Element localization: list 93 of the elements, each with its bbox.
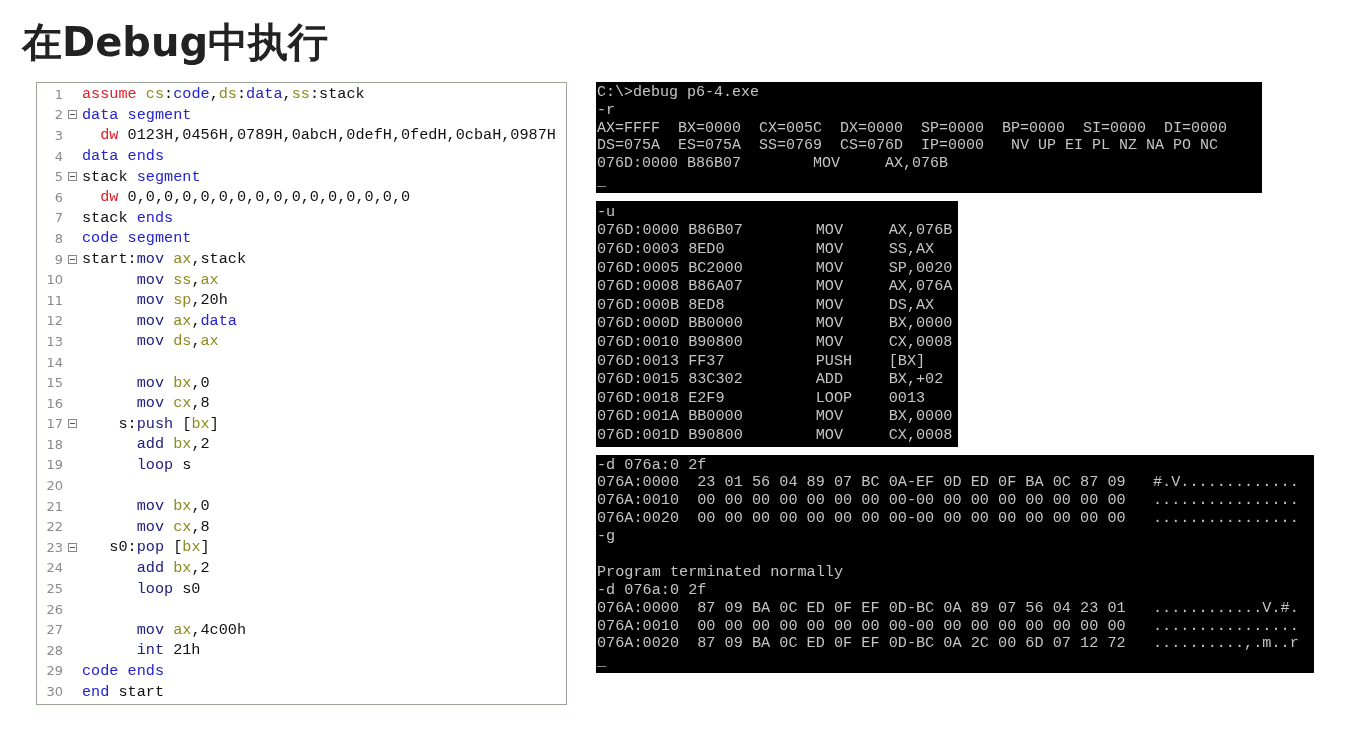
line-number: 24 bbox=[45, 560, 63, 576]
code-line: data ends bbox=[82, 147, 165, 166]
console-line: -d 076a:0 2f bbox=[597, 580, 707, 599]
code-line: mov cx,8 bbox=[135, 394, 210, 413]
code-line: code segment bbox=[82, 229, 192, 248]
code-line: s0:pop [bx] bbox=[108, 538, 210, 557]
code-line: loop s0 bbox=[135, 579, 201, 598]
code-line: add bx,2 bbox=[135, 558, 210, 577]
console-line: 076A:0000 87 09 BA 0C ED 0F EF 0D-BC 0A 89 07 56 04 23 01 ............V.#. bbox=[597, 598, 1299, 617]
code-line: s:push [bx] bbox=[117, 414, 219, 433]
line-number: 15 bbox=[45, 375, 63, 391]
line-number: 27 bbox=[45, 622, 63, 638]
console-line: DS=075A ES=075A SS=0769 CS=076D IP=0000 NV UP EI PL NZ NA PO NC bbox=[597, 137, 1219, 155]
line-number: 12 bbox=[45, 313, 63, 329]
code-line: loop s bbox=[135, 456, 192, 474]
console-line: 076D:0000 B86B07 MOV AX,076B bbox=[597, 155, 949, 173]
console-line: 076D:001A BB0000 MOV BX,0000 bbox=[597, 407, 953, 426]
console-line: 076D:0008 B86A07 MOV AX,076A bbox=[597, 277, 953, 296]
code-line: mov cx,8 bbox=[135, 517, 210, 536]
code-line: data segment bbox=[82, 105, 192, 124]
console-line: _ bbox=[597, 173, 606, 190]
console-line: 076D:0005 BC2000 MOV SP,0020 bbox=[597, 258, 953, 277]
console-line: -u bbox=[597, 202, 616, 221]
code-line: mov bx,0 bbox=[135, 497, 210, 516]
console-line: 076A:0010 00 00 00 00 00 00 00 00-00 00 00 00 00 00 00 00 ................ bbox=[597, 616, 1299, 635]
collapse-icon[interactable] bbox=[68, 542, 77, 552]
console-line: 076D:0013 FF37 PUSH [BX] bbox=[597, 351, 926, 370]
line-number: 22 bbox=[45, 519, 63, 535]
code-line: mov ax,4c00h bbox=[135, 620, 247, 639]
line-number: 20 bbox=[45, 478, 63, 494]
collapse-icon[interactable] bbox=[68, 419, 77, 429]
line-number: 13 bbox=[45, 333, 63, 349]
line-number: 18 bbox=[45, 436, 63, 452]
line-number: 4 bbox=[53, 148, 63, 164]
code-line: dw 0123H,0456H,0789H,0abcH,0defH,0fedH,0cbaH,0987H bbox=[99, 126, 556, 145]
collapse-icon[interactable] bbox=[68, 110, 77, 120]
code-line: dw 0,0,0,0,0,0,0,0,0,0,0,0,0,0,0,0 bbox=[99, 188, 411, 207]
line-number: 14 bbox=[45, 354, 63, 370]
code-line: assume cs:code,ds:data,ss:stack bbox=[82, 85, 365, 104]
line-number: 16 bbox=[45, 395, 63, 411]
line-number: 5 bbox=[53, 169, 63, 185]
line-number: 29 bbox=[45, 663, 63, 679]
console-line: 076D:001D B90800 MOV CX,0008 bbox=[597, 425, 953, 444]
line-number: 19 bbox=[45, 457, 63, 473]
code-line: int 21h bbox=[135, 641, 201, 660]
console-line: Program terminated normally bbox=[597, 562, 844, 581]
console-line: 076D:0000 B86B07 MOV AX,076B bbox=[597, 221, 953, 240]
console-line: 076A:0010 00 00 00 00 00 00 00 00-00 00 00 00 00 00 00 00 ................ bbox=[597, 491, 1299, 510]
console-line: 076D:000B 8ED8 MOV DS,AX bbox=[597, 295, 935, 314]
line-number: 10 bbox=[45, 272, 63, 288]
code-line: mov ax,data bbox=[135, 311, 237, 330]
line-number: 2 bbox=[53, 107, 63, 123]
console-line: 076D:0015 83C302 ADD BX,+02 bbox=[597, 370, 944, 389]
code-line: mov ss,ax bbox=[135, 270, 219, 289]
console-line: 076D:0010 B90800 MOV CX,0008 bbox=[597, 332, 953, 351]
code-line: stack segment bbox=[82, 167, 201, 186]
code-line: mov bx,0 bbox=[135, 373, 210, 392]
line-number: 9 bbox=[53, 251, 63, 267]
code-line: end start bbox=[82, 682, 165, 701]
console-line: -r bbox=[597, 101, 615, 119]
console-line: AX=FFFF BX=0000 CX=005C DX=0000 SP=0000 BP=0000 SI=0000 DI=0000 bbox=[597, 119, 1228, 137]
line-number: 25 bbox=[45, 581, 63, 597]
console-line: 076A:0020 00 00 00 00 00 00 00 00-00 00 00 00 00 00 00 00 ................ bbox=[597, 509, 1299, 528]
code-line: add bx,2 bbox=[135, 435, 210, 454]
line-number: 17 bbox=[45, 416, 63, 432]
slide-title: 在Debug中执行 bbox=[22, 18, 329, 67]
collapse-icon[interactable] bbox=[68, 254, 77, 264]
code-line: mov ds,ax bbox=[135, 332, 219, 351]
line-number: 7 bbox=[53, 210, 63, 226]
console-line: -g bbox=[597, 527, 616, 546]
console-line: 076D:000D BB0000 MOV BX,0000 bbox=[597, 314, 953, 333]
line-number: 8 bbox=[53, 230, 63, 246]
code-line: mov sp,20h bbox=[135, 291, 228, 310]
console-line: _ bbox=[597, 652, 607, 671]
line-number: 11 bbox=[45, 292, 63, 308]
line-number: 28 bbox=[45, 642, 63, 658]
console-line: -d 076a:0 2f bbox=[597, 455, 707, 474]
collapse-icon[interactable] bbox=[68, 172, 77, 182]
line-number: 3 bbox=[53, 128, 63, 143]
code-line: stack ends bbox=[82, 208, 174, 227]
line-number: 21 bbox=[45, 498, 63, 514]
console-line: 076D:0003 8ED0 MOV SS,AX bbox=[597, 239, 935, 258]
console-line: C:\>debug p6-4.exe bbox=[597, 84, 760, 101]
line-number: 6 bbox=[53, 189, 63, 205]
console-line: 076A:0000 23 01 56 04 89 07 BC 0A-EF 0D ED 0F BA 0C 87 09 #.V............. bbox=[597, 473, 1299, 492]
line-number: 30 bbox=[45, 684, 63, 699]
code-line: code ends bbox=[82, 661, 165, 680]
line-number: 26 bbox=[45, 601, 63, 617]
line-number: 1 bbox=[53, 86, 63, 102]
console-line: 076A:0020 87 09 BA 0C ED 0F EF 0D-BC 0A 2C 00 6D 07 12 72 ..........,.m..r bbox=[597, 634, 1299, 653]
line-number: 23 bbox=[45, 539, 63, 555]
code-line: start:mov ax,stack bbox=[82, 250, 247, 269]
console-line: 076D:0018 E2F9 LOOP 0013 bbox=[597, 388, 926, 407]
